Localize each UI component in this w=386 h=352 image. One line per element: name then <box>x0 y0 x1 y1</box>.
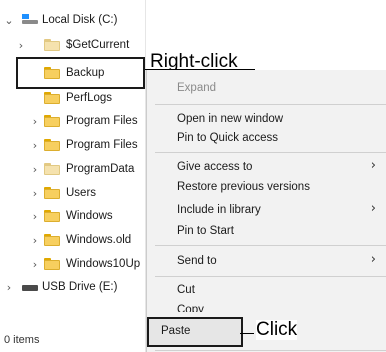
menu-separator <box>155 276 386 277</box>
folder-icon <box>44 115 60 127</box>
tree-item-label: USB Drive (E:) <box>42 281 118 293</box>
tree-item-program-files[interactable]: › Program Files <box>0 109 146 133</box>
tree-item-local-disk[interactable]: ⌄ Local Disk (C:) <box>0 8 146 32</box>
menu-item-give-access[interactable]: Give access to <box>177 161 252 173</box>
menu-item-cut[interactable]: Cut <box>177 284 195 296</box>
menu-item-restore-versions[interactable]: Restore previous versions <box>177 181 310 193</box>
tree-item-label: Windows.old <box>66 234 132 246</box>
chevron-right-icon: › <box>370 201 376 216</box>
chevron-right-icon[interactable]: › <box>30 115 40 128</box>
chevron-right-icon: › <box>370 252 376 267</box>
chevron-down-icon[interactable]: ⌄ <box>4 14 14 27</box>
chevron-right-icon[interactable]: › <box>4 281 14 294</box>
menu-item-copy[interactable]: Copy <box>177 304 204 312</box>
menu-separator <box>155 245 386 246</box>
context-menu: Expand Open in new window Pin to Quick a… <box>146 70 386 352</box>
tree-item-label: Windows10Up <box>66 258 141 270</box>
tree-item-backup[interactable]: Backup <box>0 61 146 85</box>
tree-item-windows10upgrade[interactable]: › Windows10Up <box>0 252 146 276</box>
tree-item-label: Local Disk (C:) <box>42 14 118 26</box>
navigation-pane: ⌄ Local Disk (C:) › $GetCurrent Backup P… <box>0 0 146 352</box>
usb-drive-icon <box>22 285 38 291</box>
tree-item-label: Program Files <box>66 139 138 151</box>
menu-separator <box>155 350 386 351</box>
menu-item-open-new-window[interactable]: Open in new window <box>177 113 283 125</box>
menu-item-pin-start[interactable]: Pin to Start <box>177 225 234 237</box>
callout-click: Click <box>256 319 298 340</box>
menu-separator <box>155 104 386 105</box>
chevron-right-icon[interactable]: › <box>16 39 26 52</box>
chevron-right-icon[interactable]: › <box>30 163 40 176</box>
chevron-right-icon[interactable]: › <box>30 258 40 271</box>
folder-icon <box>44 187 60 199</box>
folder-icon <box>44 258 60 270</box>
drive-icon <box>22 14 38 25</box>
chevron-right-icon[interactable]: › <box>30 210 40 223</box>
menu-item-paste[interactable]: Paste <box>161 325 190 337</box>
tree-item-label: Program Files <box>66 115 138 127</box>
tree-item-getcurrent[interactable]: › $GetCurrent <box>0 33 146 57</box>
tree-item-label: Backup <box>66 67 105 79</box>
chevron-right-icon[interactable]: › <box>30 187 40 200</box>
folder-icon <box>44 139 60 151</box>
folder-icon <box>44 92 60 104</box>
tree-item-windows-old[interactable]: › Windows.old <box>0 228 146 252</box>
menu-item-pin-quick-access[interactable]: Pin to Quick access <box>177 132 278 144</box>
callout-connector <box>240 333 254 334</box>
tree-item-label: ProgramData <box>66 163 135 175</box>
menu-item-include-library[interactable]: Include in library <box>177 204 261 216</box>
tree-item-perflogs[interactable]: PerfLogs <box>0 86 146 110</box>
tree-item-users[interactable]: › Users <box>0 181 146 205</box>
status-item-count: 0 items <box>4 334 40 346</box>
tree-item-program-files-x86[interactable]: › Program Files <box>0 133 146 157</box>
tree-item-windows[interactable]: › Windows <box>0 204 146 228</box>
folder-icon <box>44 163 60 175</box>
folder-icon <box>44 39 60 51</box>
menu-item-expand[interactable]: Expand <box>177 82 216 94</box>
tree-item-programdata[interactable]: › ProgramData <box>0 157 146 181</box>
tree-item-label: Windows <box>66 210 113 222</box>
tree-item-usb-drive[interactable]: › USB Drive (E:) <box>0 275 146 299</box>
chevron-right-icon: › <box>370 158 376 173</box>
tree-item-label: $GetCurrent <box>66 39 130 51</box>
menu-separator <box>155 152 386 153</box>
tree-item-label: PerfLogs <box>66 92 113 104</box>
chevron-right-icon[interactable]: › <box>30 234 40 247</box>
menu-item-send-to[interactable]: Send to <box>177 255 217 267</box>
folder-icon <box>44 210 60 222</box>
folder-icon <box>44 234 60 246</box>
chevron-right-icon[interactable]: › <box>30 139 40 152</box>
tree-item-label: Users <box>66 187 97 199</box>
folder-icon <box>44 67 60 79</box>
